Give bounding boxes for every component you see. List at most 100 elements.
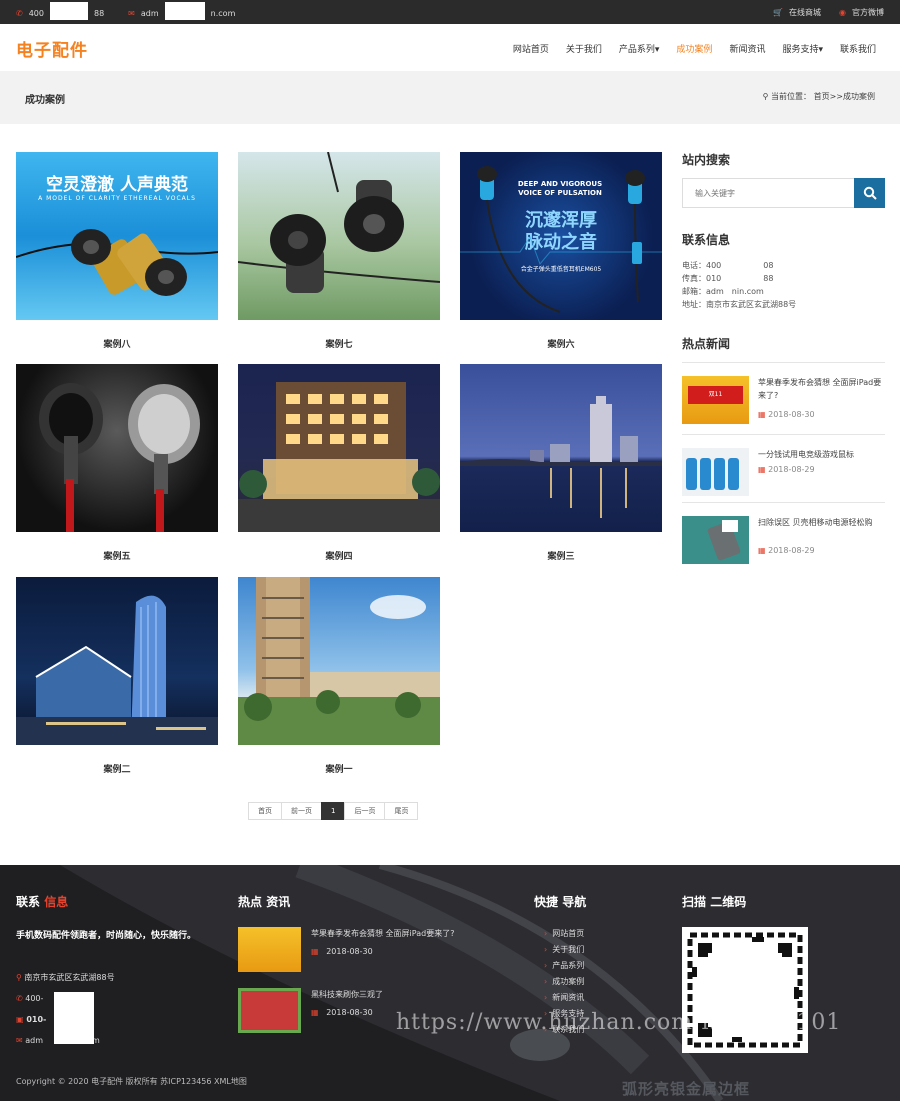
footer-news-thumbnail[interactable]: [238, 927, 301, 972]
case-label[interactable]: 案例七: [238, 337, 440, 350]
case-image[interactable]: [16, 577, 218, 745]
footer-nav-item[interactable]: › 成功案例: [544, 974, 584, 990]
search-box: [682, 178, 885, 208]
news-thumbnail[interactable]: [682, 448, 749, 496]
top-bar: ✆ 400 88 ✉ adm n.com 🛒 在线商城 ◉ 官方微博: [0, 0, 900, 24]
footer-news-title[interactable]: 苹果春季发布会猜想 全面屏iPad要来了?: [311, 926, 454, 942]
main-nav: 网站首页 关于我们 产品系列▾ 成功案例 新闻资讯 服务支持▾ 联系我们: [513, 42, 876, 55]
pager-first[interactable]: 首页: [248, 802, 282, 820]
site-logo[interactable]: 电子配件: [16, 36, 88, 61]
case-card[interactable]: 案例二: [16, 577, 218, 775]
footer-qr-heading: 扫描 二维码: [682, 895, 747, 909]
news-thumbnail[interactable]: 双11: [682, 376, 749, 424]
pager-last[interactable]: 尾页: [384, 802, 419, 820]
nav-about[interactable]: 关于我们: [566, 42, 602, 55]
search-icon: [863, 186, 877, 200]
footer-contact-heading: 联系 信息: [16, 895, 69, 909]
news-title[interactable]: 扫除误区 贝壳相移动电源轻松购: [758, 516, 883, 529]
case-image[interactable]: 空灵澄澈 人声典范 A MODEL OF CLARITY ETHEREAL VO…: [16, 152, 218, 320]
news-date: ▦ 2018-08-29: [758, 546, 815, 555]
case-image[interactable]: [238, 577, 440, 745]
news-date: ▦ 2018-08-30: [758, 410, 815, 419]
watermark: https://www.huzhan.com/ishop34101: [396, 1010, 842, 1035]
news-title[interactable]: 苹果春季发布会猜想 全面屏iPad要来了?: [758, 376, 883, 402]
header: 电子配件 网站首页 关于我们 产品系列▾ 成功案例 新闻资讯 服务支持▾ 联系我…: [0, 24, 900, 71]
search-input[interactable]: [683, 179, 853, 207]
case-image[interactable]: [238, 364, 440, 532]
search-button[interactable]: [854, 178, 885, 208]
case-label[interactable]: 案例一: [238, 762, 440, 775]
case-label[interactable]: 案例六: [460, 337, 662, 350]
footer-nav-item[interactable]: › 产品系列: [544, 958, 584, 974]
top-email: ✉ adm n.com: [128, 2, 235, 20]
pager-prev[interactable]: 前一页: [281, 802, 322, 820]
nav-news[interactable]: 新闻资讯: [729, 42, 765, 55]
case-image[interactable]: [238, 152, 440, 320]
case-card[interactable]: DEEP AND VIGOROUS VOICE OF PULSATION 沉邃浑…: [460, 152, 662, 350]
mail-icon: ✉: [16, 1036, 23, 1045]
nav-cases[interactable]: 成功案例: [676, 42, 712, 55]
case-label[interactable]: 案例五: [16, 549, 218, 562]
breadcrumb: ⚲ 当前位置： 首页>>成功案例: [762, 92, 875, 101]
cart-icon: 🛒: [773, 8, 784, 17]
calendar-icon: ▦: [758, 546, 766, 555]
footer-nav-item[interactable]: › 网站首页: [544, 926, 584, 942]
case-card[interactable]: 案例五: [16, 364, 218, 562]
contact-heading: 联系信息: [682, 233, 731, 247]
sidebar-news-item[interactable]: 扫除误区 贝壳相移动电源轻松购 ▦ 2018-08-29: [682, 502, 885, 569]
pager-current[interactable]: 1: [321, 802, 346, 820]
news-date: ▦ 2018-08-29: [758, 465, 815, 474]
top-phone: ✆ 400 88: [16, 2, 104, 20]
case-card[interactable]: 案例一: [238, 577, 440, 775]
nav-contact[interactable]: 联系我们: [840, 42, 876, 55]
phone-icon: ✆: [16, 994, 23, 1003]
contact-info: 电话：400 08 传真：010 88 邮箱：adm nin.com 地址：南京市玄武…: [682, 261, 797, 309]
location-pin-icon: ⚲: [16, 973, 22, 982]
footer-nav-heading: 快捷 导航: [534, 895, 587, 909]
calendar-icon: ▦: [311, 1008, 319, 1017]
footer-nav-item[interactable]: › 关于我们: [544, 942, 584, 958]
pagination: 首页 前一页 1 后一页 尾页: [248, 802, 419, 820]
nav-support[interactable]: 服务支持▾: [782, 42, 823, 55]
case-image[interactable]: [16, 364, 218, 532]
copyright: Copyright © 2020 电子配件 版权所有 苏ICP123456 XM…: [16, 1077, 247, 1086]
case-label[interactable]: 案例三: [460, 549, 662, 562]
case-label[interactable]: 案例四: [238, 549, 440, 562]
weibo-icon: ◉: [839, 8, 846, 17]
nav-products[interactable]: 产品系列▾: [619, 42, 660, 55]
footer-news-date: ▦ 2018-08-30: [311, 947, 373, 956]
case-card[interactable]: 空灵澄澈 人声典范 A MODEL OF CLARITY ETHEREAL VO…: [16, 152, 218, 350]
calendar-icon: ▦: [758, 465, 766, 474]
footer-news-title[interactable]: 黑科技来刷你三观了: [311, 987, 383, 1003]
redaction-block: [54, 992, 94, 1044]
footer-address: ⚲ 南京市玄武区玄武湖88号: [16, 973, 115, 982]
case-card[interactable]: 案例四: [238, 364, 440, 562]
footer-news-thumbnail[interactable]: [238, 988, 301, 1033]
news-title[interactable]: 一分钱试用电竞级游戏鼠标: [758, 448, 883, 461]
calendar-icon: ▦: [758, 410, 766, 419]
fax-icon: ▣: [16, 1015, 24, 1024]
phone-icon: ✆: [16, 9, 23, 18]
footer-news-heading: 热点 资讯: [238, 895, 291, 909]
footer-phone: ✆ 400-: [16, 994, 44, 1003]
location-pin-icon: ⚲: [762, 92, 769, 101]
search-heading: 站内搜索: [682, 153, 731, 167]
pager-next[interactable]: 后一页: [344, 802, 386, 820]
hot-news-heading: 热点新闻: [682, 337, 731, 351]
footer-banner-text: 弧形亮银金属边框: [622, 1080, 751, 1098]
case-card[interactable]: 案例七: [238, 152, 440, 350]
case-card[interactable]: 案例三: [460, 364, 662, 562]
footer-nav-item[interactable]: › 新闻资讯: [544, 990, 584, 1006]
nav-home[interactable]: 网站首页: [513, 42, 549, 55]
case-label[interactable]: 案例二: [16, 762, 218, 775]
case-image[interactable]: [460, 364, 662, 532]
calendar-icon: ▦: [311, 947, 319, 956]
news-thumbnail[interactable]: [682, 516, 749, 564]
weibo-link[interactable]: ◉ 官方微博: [839, 7, 884, 18]
sidebar-news-item[interactable]: 双11 苹果春季发布会猜想 全面屏iPad要来了? ▦ 2018-08-30: [682, 362, 885, 429]
footer-slogan: 手机数码配件领跑者，时尚随心，快乐随行。: [16, 931, 197, 941]
case-image[interactable]: DEEP AND VIGOROUS VOICE OF PULSATION 沉邃浑…: [460, 152, 662, 320]
shop-link[interactable]: 🛒 在线商城: [773, 7, 821, 18]
sidebar-news-item[interactable]: 一分钱试用电竞级游戏鼠标 ▦ 2018-08-29: [682, 434, 885, 501]
case-label[interactable]: 案例八: [16, 337, 218, 350]
